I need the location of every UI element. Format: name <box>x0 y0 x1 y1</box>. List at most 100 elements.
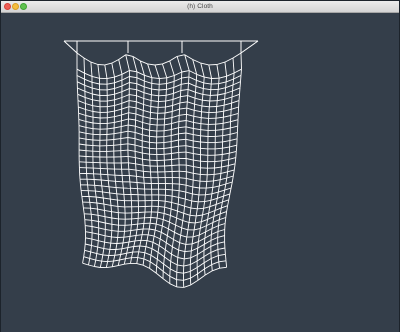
cloth-strand <box>142 140 150 143</box>
cloth-strand <box>126 247 129 254</box>
cloth-strand <box>96 253 103 256</box>
title-bar[interactable]: (h) Cloth <box>1 1 399 13</box>
cloth-strand <box>119 254 122 261</box>
cloth-strand <box>110 236 112 244</box>
cloth-strand <box>198 228 201 236</box>
cloth-strand <box>125 54 130 71</box>
cloth-strand <box>221 196 225 203</box>
cloth-strand <box>147 63 153 78</box>
cloth-strand <box>195 91 204 95</box>
cloth-strand <box>104 210 106 217</box>
cloth-strand <box>187 88 196 93</box>
cloth-strand <box>138 217 145 219</box>
cloth-strand <box>178 196 186 200</box>
cloth-strand <box>173 90 181 94</box>
cloth-strand <box>224 62 228 77</box>
cloth-strand <box>129 100 137 103</box>
cloth-strand <box>217 255 220 262</box>
cloth-strand <box>165 200 172 203</box>
cloth-strand <box>123 258 126 265</box>
cloth-strand <box>176 56 183 73</box>
cloth-strand <box>199 231 206 236</box>
cloth-strand <box>186 107 195 111</box>
cloth-strand <box>131 252 134 258</box>
cloth-strand <box>218 223 226 227</box>
cloth-strand <box>181 70 190 73</box>
cloth-strand <box>133 245 140 247</box>
simulation-canvas[interactable] <box>1 13 399 332</box>
cloth-strand <box>85 225 93 227</box>
cloth-strand <box>80 190 83 197</box>
cloth-strand <box>137 188 139 195</box>
cloth-strand <box>217 93 226 96</box>
cloth-strand <box>129 76 137 79</box>
cloth-strand <box>77 93 86 98</box>
cloth-strand <box>163 212 171 216</box>
cloth-strand <box>92 116 101 119</box>
cloth-strand <box>171 114 180 119</box>
cloth-strand <box>211 264 213 271</box>
cloth-strand <box>113 144 121 146</box>
cloth-strand <box>114 126 122 129</box>
cloth-strand <box>107 260 114 263</box>
cloth-strand <box>197 250 205 255</box>
cloth-strand <box>222 146 230 149</box>
cloth-mesh <box>63 40 259 288</box>
cloth-strand <box>129 82 137 85</box>
cloth-strand <box>95 190 103 193</box>
cloth-strand <box>228 153 230 160</box>
cloth-strand <box>151 248 159 253</box>
cloth-strand <box>178 120 187 122</box>
cloth-strand <box>79 137 87 140</box>
cloth-strand <box>224 187 232 191</box>
cloth-strand <box>128 124 136 127</box>
cloth-strand <box>190 243 193 251</box>
cloth-strand <box>196 262 205 268</box>
cloth-strand <box>191 241 199 245</box>
cloth-strand <box>192 59 198 75</box>
cloth-strand <box>224 87 227 94</box>
cloth-strand <box>78 106 86 110</box>
cloth-strand <box>101 179 109 182</box>
cloth-strand <box>193 227 201 231</box>
cloth-strand <box>84 249 91 253</box>
cloth-strand <box>193 146 201 149</box>
cloth-strand <box>238 94 240 101</box>
cloth-strand <box>206 222 214 227</box>
cloth-strand <box>221 205 228 209</box>
cloth-strand <box>222 140 230 143</box>
cloth-strand <box>165 188 173 191</box>
cloth-strand <box>183 264 191 267</box>
cloth-strand <box>193 121 201 125</box>
cloth-strand <box>197 234 200 242</box>
cloth-strand <box>90 245 92 252</box>
cloth-strand <box>211 191 219 195</box>
cloth-strand <box>150 211 152 218</box>
cloth-strand <box>207 212 210 220</box>
cloth-strand <box>105 235 112 238</box>
cloth-strand <box>149 261 151 269</box>
cloth-strand <box>216 104 225 107</box>
cloth-strand <box>79 131 87 134</box>
cloth-strand <box>162 264 165 272</box>
cloth-strand <box>116 200 119 207</box>
cloth-strand <box>223 102 232 106</box>
cloth-strand <box>212 185 220 188</box>
cloth-strand <box>84 219 92 221</box>
cloth-strand <box>137 222 144 225</box>
cloth-strand <box>149 141 157 144</box>
cloth-strand <box>109 192 111 200</box>
cloth-strand <box>164 111 173 114</box>
cloth-strand <box>182 213 185 221</box>
cloth-strand <box>121 76 130 81</box>
cloth-strand <box>163 219 170 223</box>
cloth-strand <box>136 182 138 189</box>
cloth-strand <box>115 180 123 183</box>
cloth-strand <box>169 56 178 62</box>
cloth-strand <box>202 208 205 216</box>
cloth-strand <box>102 197 105 205</box>
cloth-strand <box>151 88 160 91</box>
cloth-strand <box>158 238 161 246</box>
cloth-strand <box>183 258 185 267</box>
cloth-strand <box>150 217 158 219</box>
